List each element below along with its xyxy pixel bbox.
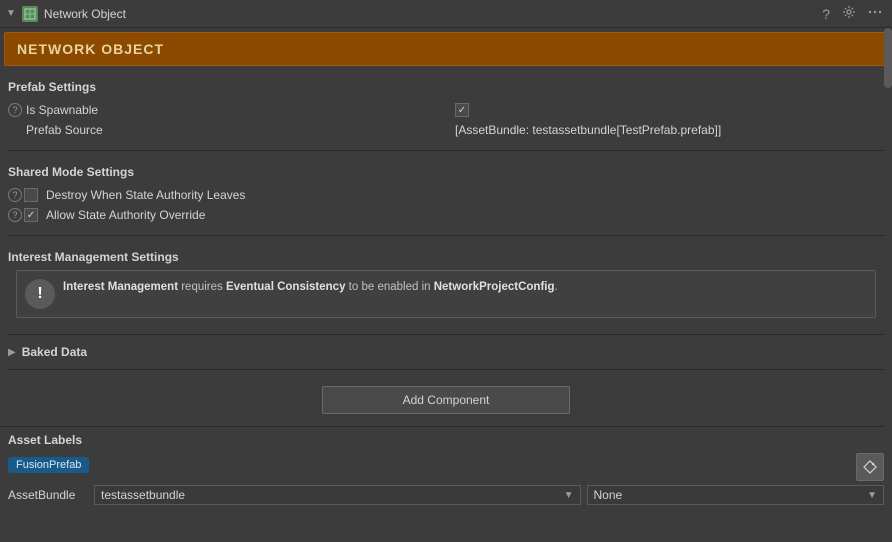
interest-management-label: Interest Management Settings bbox=[8, 250, 884, 264]
scrollbar[interactable] bbox=[884, 28, 892, 542]
title-bar-actions: ? bbox=[818, 3, 886, 24]
prefab-source-label: Prefab Source bbox=[24, 123, 455, 137]
fusion-prefab-tag[interactable]: FusionPrefab bbox=[8, 457, 89, 473]
add-component-area: Add Component bbox=[0, 374, 892, 426]
asset-bundle-dropdown[interactable]: testassetbundle ▼ bbox=[94, 485, 581, 505]
allow-override-help[interactable]: ? bbox=[8, 208, 24, 222]
none-value: None bbox=[594, 488, 623, 502]
prefab-settings-label: Prefab Settings bbox=[8, 80, 884, 94]
divider-4 bbox=[8, 369, 884, 370]
divider-2 bbox=[8, 235, 884, 236]
prefab-source-row: Prefab Source [AssetBundle: testassetbun… bbox=[8, 120, 884, 140]
info-text: Interest Management requires Eventual Co… bbox=[63, 279, 558, 296]
destroy-when-label: Destroy When State Authority Leaves bbox=[44, 188, 884, 202]
baked-data-arrow: ▶ bbox=[8, 347, 16, 358]
component-header: NETWORK OBJECT bbox=[4, 32, 888, 66]
scroll-thumb[interactable] bbox=[884, 28, 892, 88]
help-circle-destroy[interactable]: ? bbox=[8, 188, 22, 202]
more-button[interactable] bbox=[864, 3, 886, 24]
is-spawnable-row: ? Is Spawnable bbox=[8, 100, 884, 120]
none-arrow: ▼ bbox=[867, 490, 877, 501]
prefab-settings-section: Prefab Settings ? Is Spawnable Prefab So… bbox=[0, 70, 892, 146]
asset-bundle-value: testassetbundle bbox=[101, 488, 185, 502]
help-button[interactable]: ? bbox=[818, 4, 834, 24]
collapse-arrow[interactable]: ▼ bbox=[6, 8, 16, 19]
is-spawnable-label: Is Spawnable bbox=[24, 103, 455, 117]
info-text-bold-1: Interest Management bbox=[63, 281, 178, 293]
allow-override-label: Allow State Authority Override bbox=[44, 208, 884, 222]
shared-mode-label: Shared Mode Settings bbox=[8, 165, 884, 179]
settings-button[interactable] bbox=[838, 3, 860, 24]
info-box: ! Interest Management requires Eventual … bbox=[16, 270, 876, 318]
shared-mode-section: Shared Mode Settings ? Destroy When Stat… bbox=[0, 155, 892, 231]
asset-labels-title: Asset Labels bbox=[8, 433, 884, 447]
component-title: NETWORK OBJECT bbox=[17, 41, 164, 57]
interest-management-section: Interest Management Settings ! Interest … bbox=[0, 240, 892, 330]
asset-bundle-arrow: ▼ bbox=[564, 490, 574, 501]
destroy-when-row: ? Destroy When State Authority Leaves bbox=[8, 185, 884, 205]
info-text-plain-2: to be enabled in bbox=[345, 281, 433, 293]
asset-bundle-label: AssetBundle bbox=[8, 488, 88, 502]
prefab-source-value: [AssetBundle: testassetbundle[TestPrefab… bbox=[455, 123, 884, 137]
component-icon bbox=[22, 6, 38, 22]
divider-3 bbox=[8, 334, 884, 335]
divider-1 bbox=[8, 150, 884, 151]
destroy-when-help[interactable]: ? bbox=[8, 188, 24, 202]
is-spawnable-value bbox=[455, 103, 884, 117]
info-text-plain-1: requires bbox=[178, 281, 226, 293]
help-circle-allow[interactable]: ? bbox=[8, 208, 22, 222]
is-spawnable-checkbox[interactable] bbox=[455, 103, 469, 117]
asset-bundle-row: AssetBundle testassetbundle ▼ None ▼ bbox=[8, 485, 884, 505]
allow-override-checkbox[interactable] bbox=[24, 208, 38, 222]
allow-override-row: ? Allow State Authority Override bbox=[8, 205, 884, 225]
asset-labels-section: Asset Labels FusionPrefab AssetBundle te… bbox=[0, 426, 892, 511]
window-title: Network Object bbox=[44, 7, 812, 21]
baked-data-label: Baked Data bbox=[22, 345, 87, 359]
info-text-bold-3: NetworkProjectConfig bbox=[434, 281, 555, 293]
info-text-plain-3: . bbox=[555, 281, 558, 293]
add-component-button[interactable]: Add Component bbox=[322, 386, 571, 414]
none-dropdown[interactable]: None ▼ bbox=[587, 485, 885, 505]
baked-data-section[interactable]: ▶ Baked Data bbox=[0, 339, 892, 365]
title-bar: ▼ Network Object ? bbox=[0, 0, 892, 28]
help-circle-spawnable[interactable]: ? bbox=[8, 103, 22, 117]
tag-icon-button[interactable] bbox=[856, 453, 884, 481]
main-wrapper: ▼ Network Object ? bbox=[0, 0, 892, 542]
info-text-bold-2: Eventual Consistency bbox=[226, 281, 346, 293]
content-area: NETWORK OBJECT Prefab Settings ? Is Spaw… bbox=[0, 28, 892, 542]
destroy-when-checkbox[interactable] bbox=[24, 188, 38, 202]
is-spawnable-help[interactable]: ? bbox=[8, 103, 24, 117]
info-icon: ! bbox=[25, 279, 55, 309]
